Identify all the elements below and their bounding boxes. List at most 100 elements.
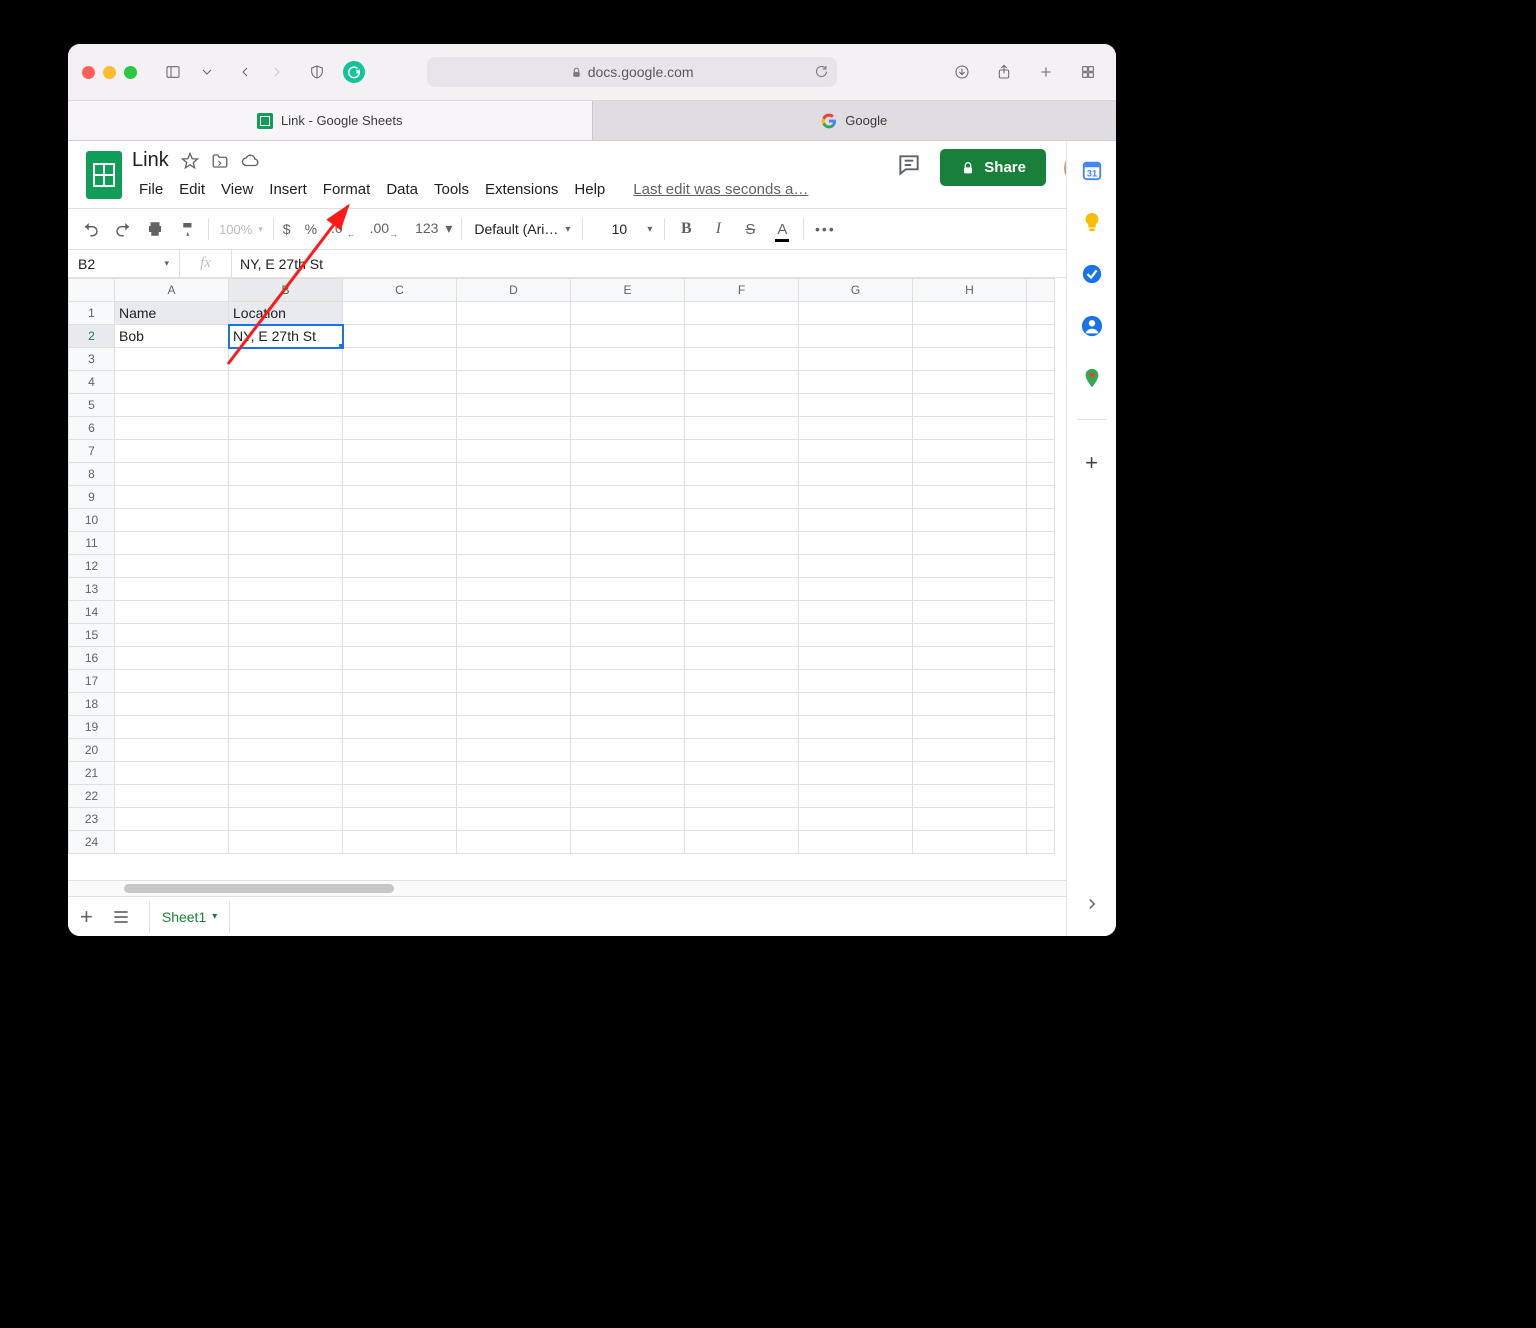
cell[interactable] [343, 463, 457, 486]
cell[interactable] [685, 601, 799, 624]
row-header[interactable]: 9 [69, 486, 115, 509]
cell[interactable] [343, 417, 457, 440]
fullscreen-window-icon[interactable] [124, 66, 137, 79]
cell[interactable] [799, 762, 913, 785]
tasks-icon[interactable] [1081, 263, 1103, 285]
cell[interactable] [571, 417, 685, 440]
cell[interactable] [457, 555, 571, 578]
address-bar[interactable]: docs.google.com [427, 57, 837, 87]
cell[interactable] [799, 785, 913, 808]
cell[interactable] [799, 555, 913, 578]
formula-input[interactable]: NY, E 27th St [232, 256, 331, 272]
cell[interactable] [229, 555, 343, 578]
name-box[interactable]: B2 [68, 250, 180, 277]
cell[interactable] [457, 739, 571, 762]
cell[interactable] [229, 693, 343, 716]
row-header[interactable]: 10 [69, 509, 115, 532]
cell[interactable] [571, 532, 685, 555]
cell[interactable] [229, 440, 343, 463]
sheets-logo-icon[interactable] [86, 151, 122, 199]
cell[interactable] [799, 394, 913, 417]
cell[interactable] [343, 302, 457, 325]
cell[interactable] [913, 325, 1027, 348]
cell[interactable] [913, 601, 1027, 624]
share-icon[interactable] [990, 60, 1018, 84]
cell[interactable] [685, 348, 799, 371]
row-header[interactable]: 21 [69, 762, 115, 785]
cell[interactable] [343, 348, 457, 371]
cell[interactable] [571, 486, 685, 509]
cell[interactable] [913, 532, 1027, 555]
reload-icon[interactable] [814, 64, 829, 79]
menu-format[interactable]: Format [316, 177, 378, 202]
cell[interactable] [799, 647, 913, 670]
sidebar-toggle-icon[interactable] [159, 60, 187, 84]
cell[interactable] [115, 417, 229, 440]
column-header[interactable]: F [685, 279, 799, 302]
cell[interactable] [571, 624, 685, 647]
row-header[interactable]: 13 [69, 578, 115, 601]
cell[interactable] [913, 785, 1027, 808]
menu-file[interactable]: File [132, 177, 170, 202]
cell[interactable] [913, 555, 1027, 578]
all-sheets-button[interactable] [111, 907, 131, 927]
column-header[interactable]: B [229, 279, 343, 302]
cell[interactable] [571, 348, 685, 371]
row-header[interactable]: 24 [69, 831, 115, 854]
font-size-input[interactable]: 10 [599, 221, 639, 237]
cell[interactable] [685, 325, 799, 348]
cell[interactable] [115, 601, 229, 624]
cell[interactable] [115, 532, 229, 555]
cell[interactable] [457, 762, 571, 785]
menu-edit[interactable]: Edit [172, 177, 212, 202]
cell[interactable] [343, 762, 457, 785]
cell[interactable] [685, 624, 799, 647]
cell[interactable] [685, 532, 799, 555]
cell[interactable] [799, 509, 913, 532]
currency-button[interactable]: $ [280, 219, 294, 239]
cell[interactable] [571, 578, 685, 601]
cell[interactable] [115, 762, 229, 785]
more-formats-button[interactable]: 123 ▾ [409, 218, 455, 239]
cell[interactable] [799, 739, 913, 762]
tab-dropdown-icon[interactable] [199, 60, 215, 84]
cell[interactable] [799, 716, 913, 739]
cell[interactable] [343, 440, 457, 463]
row-header[interactable]: 17 [69, 670, 115, 693]
cell[interactable] [457, 785, 571, 808]
cell[interactable] [229, 532, 343, 555]
cell[interactable] [229, 808, 343, 831]
cell[interactable] [571, 509, 685, 532]
cell[interactable] [913, 417, 1027, 440]
cell[interactable] [571, 808, 685, 831]
font-select[interactable]: Default (Ari…▾ [468, 221, 576, 237]
cell[interactable] [457, 808, 571, 831]
cell[interactable] [457, 348, 571, 371]
row-header[interactable]: 5 [69, 394, 115, 417]
new-tab-icon[interactable] [1032, 60, 1060, 84]
menu-tools[interactable]: Tools [427, 177, 476, 202]
browser-tab-google[interactable]: Google [592, 101, 1117, 140]
cell[interactable] [115, 348, 229, 371]
cell[interactable] [343, 624, 457, 647]
menu-help[interactable]: Help [567, 177, 612, 202]
cell[interactable] [115, 394, 229, 417]
cell[interactable] [685, 463, 799, 486]
back-button[interactable] [231, 60, 259, 84]
font-size-increase[interactable]: ▾ [641, 224, 658, 235]
cell[interactable] [115, 509, 229, 532]
cell[interactable] [571, 371, 685, 394]
cell[interactable] [571, 739, 685, 762]
cell[interactable] [685, 670, 799, 693]
keep-icon[interactable] [1081, 211, 1103, 233]
cell[interactable] [457, 601, 571, 624]
cell[interactable] [571, 716, 685, 739]
cell[interactable] [229, 624, 343, 647]
row-header[interactable]: 1 [69, 302, 115, 325]
cell[interactable] [457, 647, 571, 670]
cell[interactable] [343, 371, 457, 394]
cell[interactable] [799, 693, 913, 716]
cell[interactable]: Location [229, 302, 343, 325]
tab-overview-icon[interactable] [1074, 60, 1102, 84]
cell[interactable] [571, 693, 685, 716]
